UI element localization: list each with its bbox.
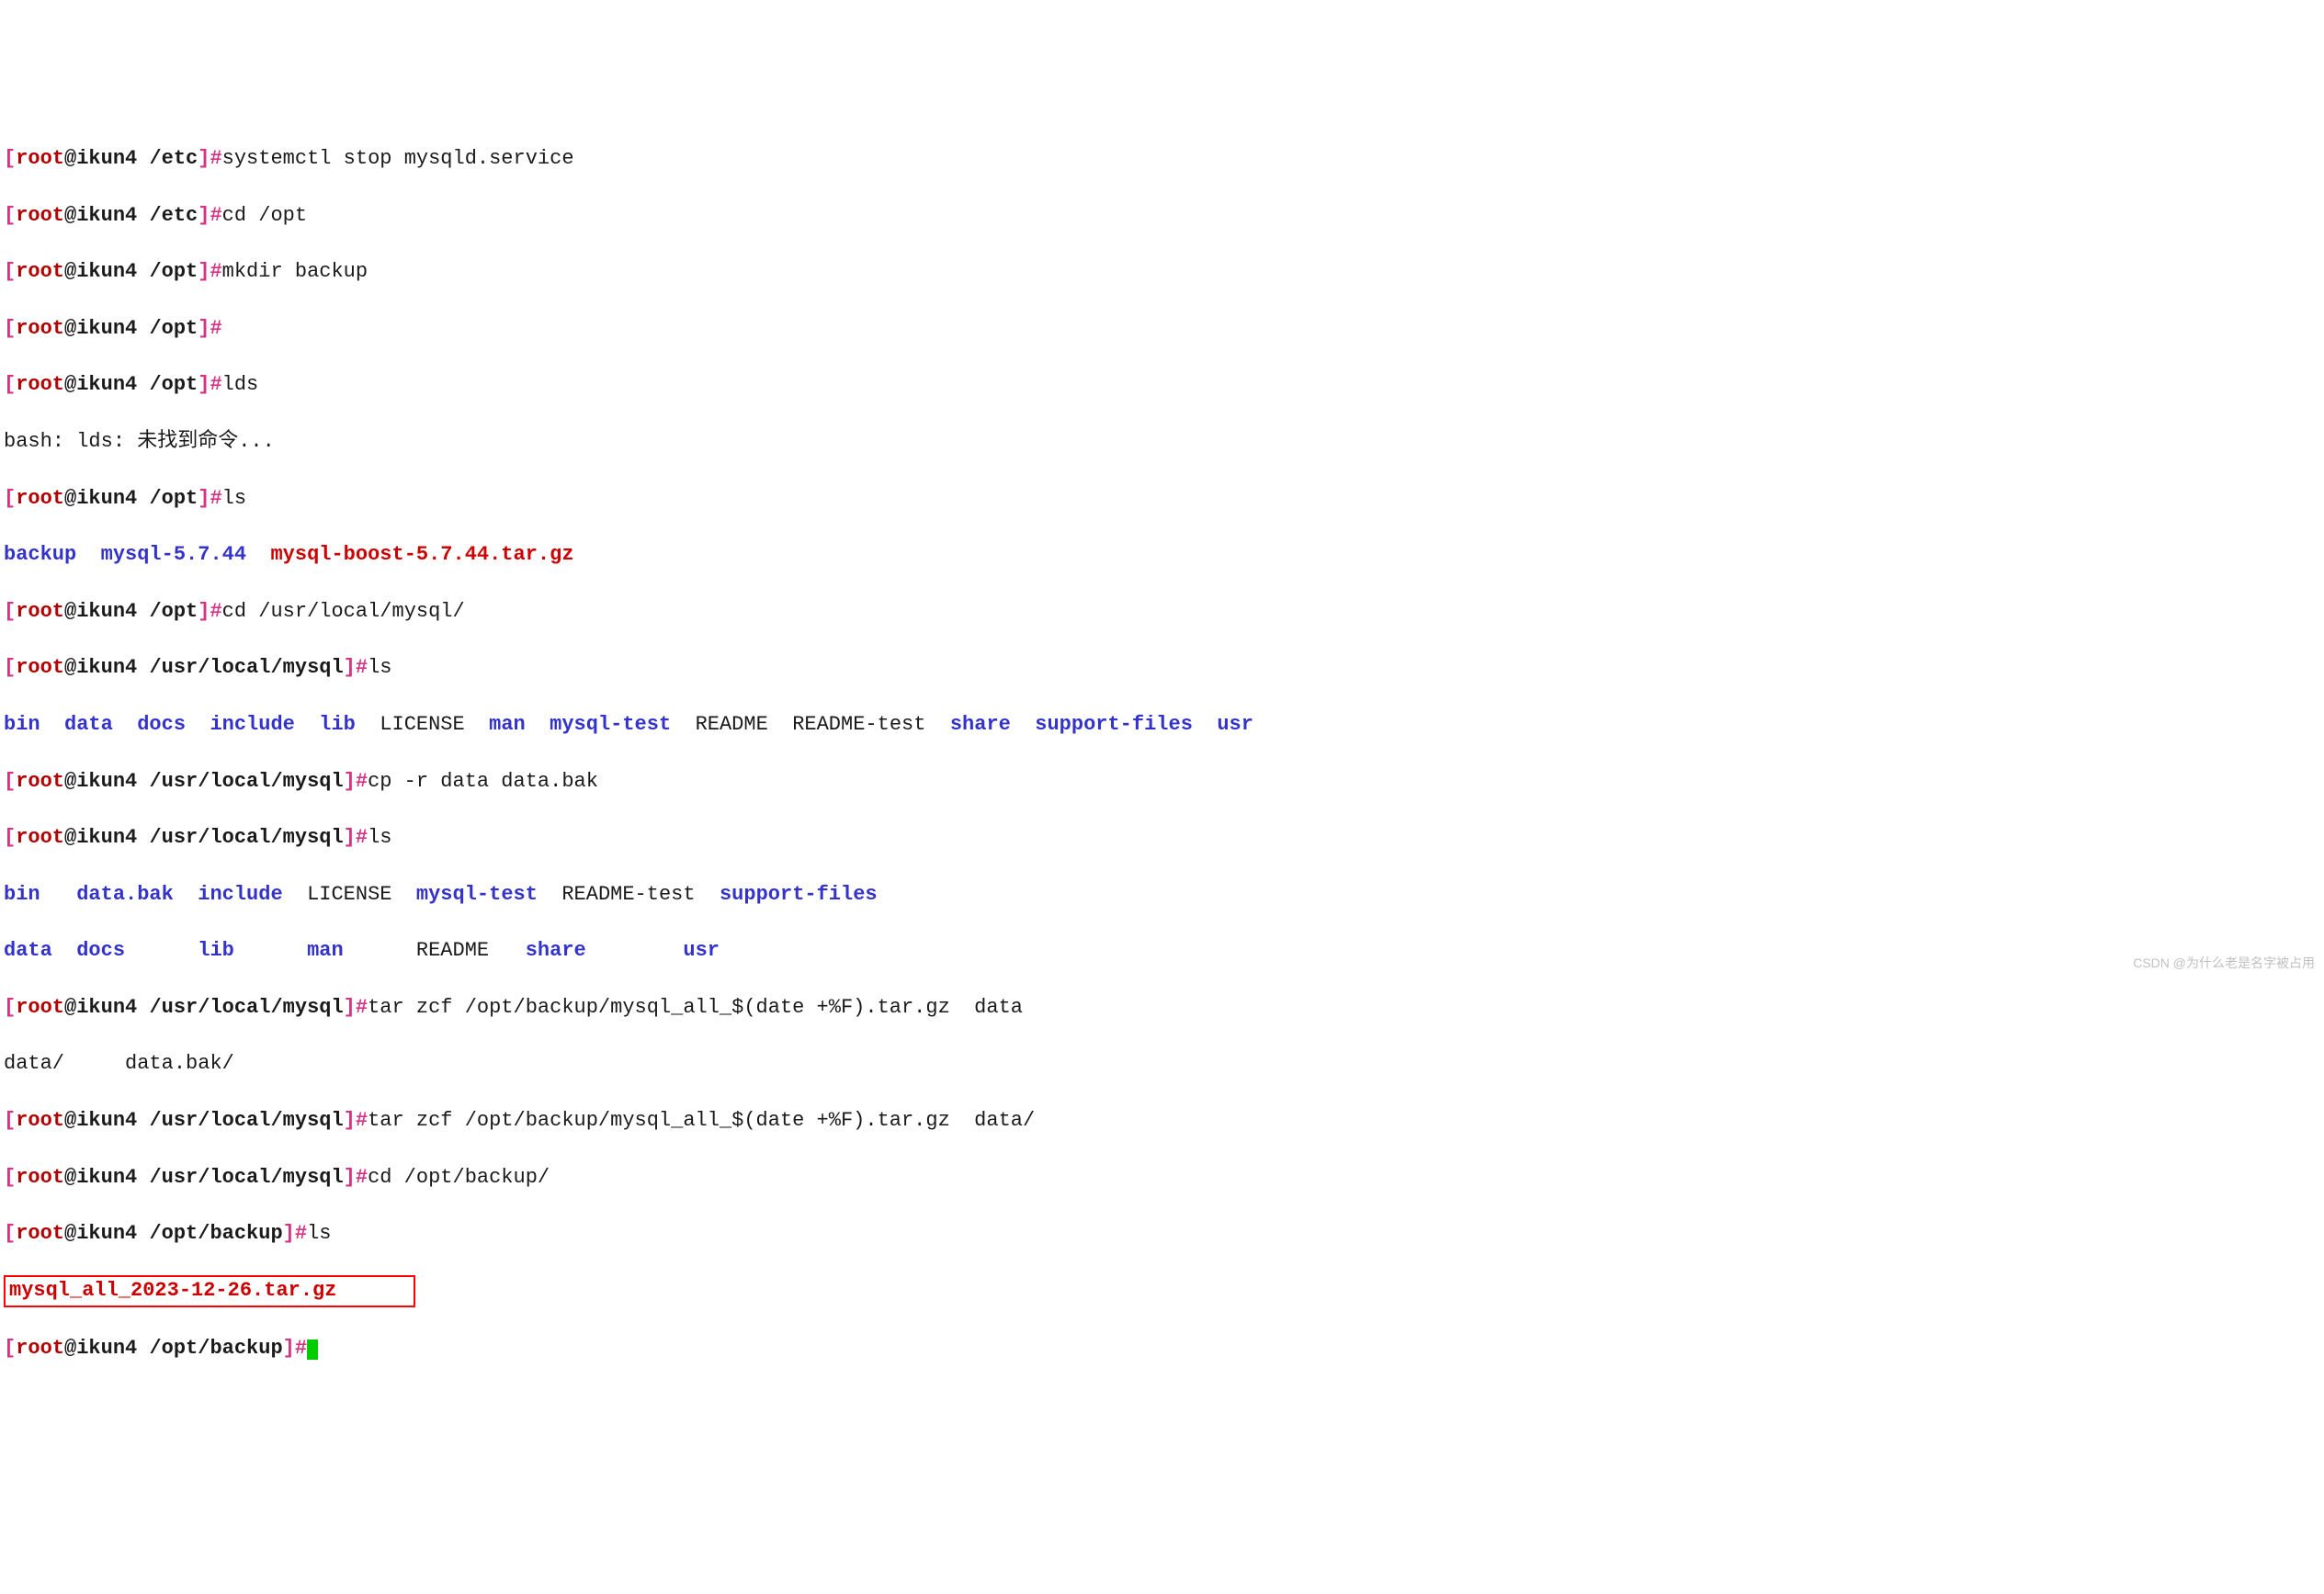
line-10: [root@ikun4 /usr/local/mysql]#ls <box>4 654 2320 683</box>
prompt-path: /etc <box>149 147 198 170</box>
dir-item: backup <box>4 543 76 566</box>
command: ls <box>222 487 246 510</box>
command: tar zcf /opt/backup/mysql_all_$(date +%F… <box>368 1109 1035 1132</box>
prompt-host: ikun4 <box>76 147 149 170</box>
archive-item: mysql-boost-5.7.44.tar.gz <box>270 543 573 566</box>
line-12: [root@ikun4 /usr/local/mysql]#cp -r data… <box>4 768 2320 797</box>
line-5: [root@ikun4 /opt]#lds <box>4 371 2320 400</box>
prompt-close: ] <box>198 147 210 170</box>
line-9: [root@ikun4 /opt]#cd /usr/local/mysql/ <box>4 598 2320 627</box>
prompt-hash: # <box>210 147 221 170</box>
command: cd /usr/local/mysql/ <box>222 600 465 623</box>
watermark: CSDN @为什么老是名字被占用 <box>2133 955 2315 973</box>
tab-completion: data/ data.bak/ <box>4 1050 2320 1079</box>
prompt-open: [ <box>4 147 16 170</box>
cursor[interactable] <box>307 1340 318 1360</box>
command: ls <box>307 1222 331 1245</box>
error-output: bash: lds: 未找到命令... <box>4 428 2320 457</box>
dir-item: mysql-5.7.44 <box>101 543 246 566</box>
line-22: [root@ikun4 /opt/backup]# <box>4 1335 2320 1363</box>
ls-output-1: backup mysql-5.7.44 mysql-boost-5.7.44.t… <box>4 541 2320 570</box>
command: ls <box>368 826 391 849</box>
line-1: [root@ikun4 /etc]#systemctl stop mysqld.… <box>4 145 2320 174</box>
ls-output-2: bin data docs include lib LICENSE man my… <box>4 711 2320 740</box>
command: cd /opt/backup/ <box>368 1166 550 1189</box>
command: mkdir backup <box>222 260 368 283</box>
line-18: [root@ikun4 /usr/local/mysql]#tar zcf /o… <box>4 1107 2320 1136</box>
command: lds <box>222 373 259 396</box>
prompt-at: @ <box>64 147 76 170</box>
command: tar zcf /opt/backup/mysql_all_$(date +%F… <box>368 996 1023 1019</box>
prompt-user: root <box>16 147 64 170</box>
ls-output-3-row2: data docs lib man README share usr <box>4 937 2320 966</box>
ls-output-3-row1: bin data.bak include LICENSE mysql-test … <box>4 881 2320 910</box>
command: systemctl stop mysqld.service <box>222 147 574 170</box>
highlight-box: mysql_all_2023-12-26.tar.gz <box>4 1275 415 1307</box>
highlighted-result: mysql_all_2023-12-26.tar.gz <box>4 1277 2320 1307</box>
line-2: [root@ikun4 /etc]#cd /opt <box>4 202 2320 231</box>
line-19: [root@ikun4 /usr/local/mysql]#cd /opt/ba… <box>4 1164 2320 1193</box>
line-13: [root@ikun4 /usr/local/mysql]#ls <box>4 824 2320 853</box>
line-4: [root@ikun4 /opt]# <box>4 315 2320 344</box>
line-3: [root@ikun4 /opt]#mkdir backup <box>4 258 2320 287</box>
terminal-output: [root@ikun4 /etc]#systemctl stop mysqld.… <box>0 113 2324 1396</box>
command: cp -r data data.bak <box>368 770 598 793</box>
command: cd /opt <box>222 204 307 227</box>
line-20: [root@ikun4 /opt/backup]#ls <box>4 1220 2320 1249</box>
command: ls <box>368 656 391 679</box>
backup-archive: mysql_all_2023-12-26.tar.gz <box>9 1279 336 1302</box>
line-16: [root@ikun4 /usr/local/mysql]#tar zcf /o… <box>4 994 2320 1023</box>
line-7: [root@ikun4 /opt]#ls <box>4 485 2320 514</box>
